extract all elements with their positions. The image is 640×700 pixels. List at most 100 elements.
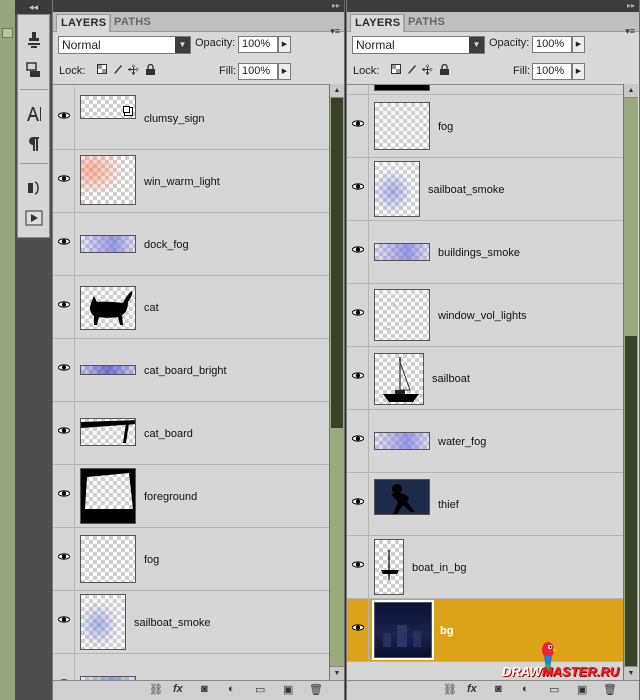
visibility-toggle[interactable] [347,95,369,157]
fx-icon[interactable]: fx [173,683,183,695]
eye-icon[interactable] [57,552,71,564]
fill-input[interactable]: 100% [238,63,278,80]
layer-thumbnail[interactable] [374,289,430,341]
visibility-toggle[interactable] [347,85,369,94]
new-group-icon[interactable]: ▭ [255,683,265,696]
layer-name[interactable]: foreground [144,491,197,503]
visibility-toggle[interactable] [53,213,75,275]
link-layers-icon[interactable]: ⛓ [149,683,163,696]
layer-name[interactable]: sailboat_smoke [428,184,504,196]
scroll-thumb[interactable] [331,98,343,428]
eye-icon[interactable] [57,174,71,186]
opacity-input[interactable]: 100% [532,36,572,53]
layer-thumbnail[interactable] [80,418,136,446]
tab-paths[interactable]: PATHS [403,14,449,32]
fill-input[interactable]: 100% [532,63,572,80]
layer-name[interactable]: win_warm_light [144,176,220,188]
layer-row[interactable]: buildings_smoke [53,654,329,680]
layer-thumbnail[interactable] [80,468,136,524]
collapse-arrows[interactable]: ◂◂ [15,0,52,14]
layer-name[interactable]: dock_fog [144,239,189,251]
layer-row[interactable]: bg [347,599,623,662]
lock-transparent-icon[interactable] [391,64,401,77]
layer-list[interactable]: foreground fog sailboat_smoke buildings_smo… [347,84,623,680]
layer-name[interactable]: bg [440,625,453,637]
scroll-down-icon[interactable]: ▼ [330,666,344,680]
layer-name[interactable]: boat_in_bg [412,562,466,574]
layer-row[interactable]: sailboat [347,347,623,410]
layer-thumbnail[interactable] [80,365,136,375]
eye-icon[interactable] [351,182,365,194]
blend-mode-select[interactable]: Normal ▼ [352,36,485,54]
layer-thumbnail[interactable] [372,600,434,660]
visibility-toggle[interactable] [347,158,369,220]
layer-thumbnail[interactable] [80,235,136,253]
tool-presets-icon[interactable] [22,177,46,199]
lock-pixels-icon[interactable] [407,64,417,78]
eye-icon[interactable] [351,434,365,446]
lock-pixels-icon[interactable] [113,64,123,78]
paragraph-panel-icon[interactable] [22,133,46,155]
layer-thumbnail[interactable] [80,286,136,330]
layer-name[interactable]: cat [144,302,159,314]
lock-all-icon[interactable] [440,63,449,78]
new-group-icon[interactable]: ▭ [549,683,559,696]
eye-icon[interactable] [351,560,365,572]
panel-menu-icon[interactable]: ▾≡ [625,26,635,37]
layer-thumbnail[interactable] [374,85,430,91]
tab-paths[interactable]: PATHS [109,14,155,32]
eye-icon[interactable] [351,308,365,320]
layer-name[interactable]: cat_board_bright [144,365,227,377]
lock-position-icon[interactable] [422,64,433,78]
visibility-toggle[interactable] [53,150,75,212]
fx-icon[interactable]: fx [467,683,477,695]
layer-row[interactable]: thief [347,473,623,536]
layer-name[interactable]: clumsy_sign [144,113,205,125]
visibility-toggle[interactable] [53,465,75,527]
layer-row[interactable]: foreground [53,465,329,528]
layer-name[interactable]: water_fog [438,436,486,448]
layer-thumbnail[interactable] [374,102,430,150]
delete-layer-icon[interactable]: 🗑 [603,683,617,696]
collapse-panel-icon[interactable]: ▸▸ [627,0,635,12]
delete-layer-icon[interactable]: 🗑 [309,683,323,696]
layer-thumbnail[interactable] [374,161,420,217]
visibility-toggle[interactable] [53,654,75,680]
lock-all-icon[interactable] [146,63,155,78]
layer-row[interactable]: window_vol_lights [347,284,623,347]
layer-thumbnail[interactable] [374,479,430,515]
layer-row[interactable]: buildings_smoke [347,221,623,284]
layer-list[interactable]: clumsy_sign win_warm_light dock_fogcat cat_… [53,84,329,680]
scroll-up-icon[interactable]: ▲ [624,84,638,98]
layer-row[interactable]: cat [53,276,329,339]
layer-thumbnail[interactable] [374,353,424,405]
blend-mode-select[interactable]: Normal ▼ [58,36,191,54]
character-panel-icon[interactable] [22,103,46,125]
visibility-toggle[interactable] [347,473,369,535]
visibility-toggle[interactable] [347,410,369,472]
layer-row[interactable]: boat_in_bg [347,536,623,599]
visibility-toggle[interactable] [347,347,369,409]
visibility-toggle[interactable] [53,402,75,464]
layer-thumbnail[interactable] [80,594,126,650]
visibility-toggle[interactable] [53,591,75,653]
new-layer-icon[interactable]: ▣ [577,683,587,696]
visibility-toggle[interactable] [53,276,75,338]
clone-source-icon[interactable] [22,59,46,81]
opacity-input[interactable]: 100% [238,36,278,53]
scroll-thumb[interactable] [625,336,637,666]
lock-position-icon[interactable] [128,64,139,78]
layer-thumbnail[interactable] [374,243,430,261]
visibility-toggle[interactable] [347,599,369,661]
layer-name[interactable]: fog [144,554,159,566]
lock-transparent-icon[interactable] [97,64,107,77]
opacity-arrow-icon[interactable]: ▶ [278,36,291,53]
adjustment-layer-icon[interactable]: ◐ [228,683,235,695]
eye-icon[interactable] [351,119,365,131]
chevron-down-icon[interactable]: ▼ [175,37,190,53]
layer-name[interactable]: window_vol_lights [438,310,527,322]
scroll-down-icon[interactable]: ▼ [624,666,638,680]
eye-icon[interactable] [57,363,71,375]
scroll-up-icon[interactable]: ▲ [330,84,344,98]
adjustment-layer-icon[interactable]: ◐ [522,683,529,695]
